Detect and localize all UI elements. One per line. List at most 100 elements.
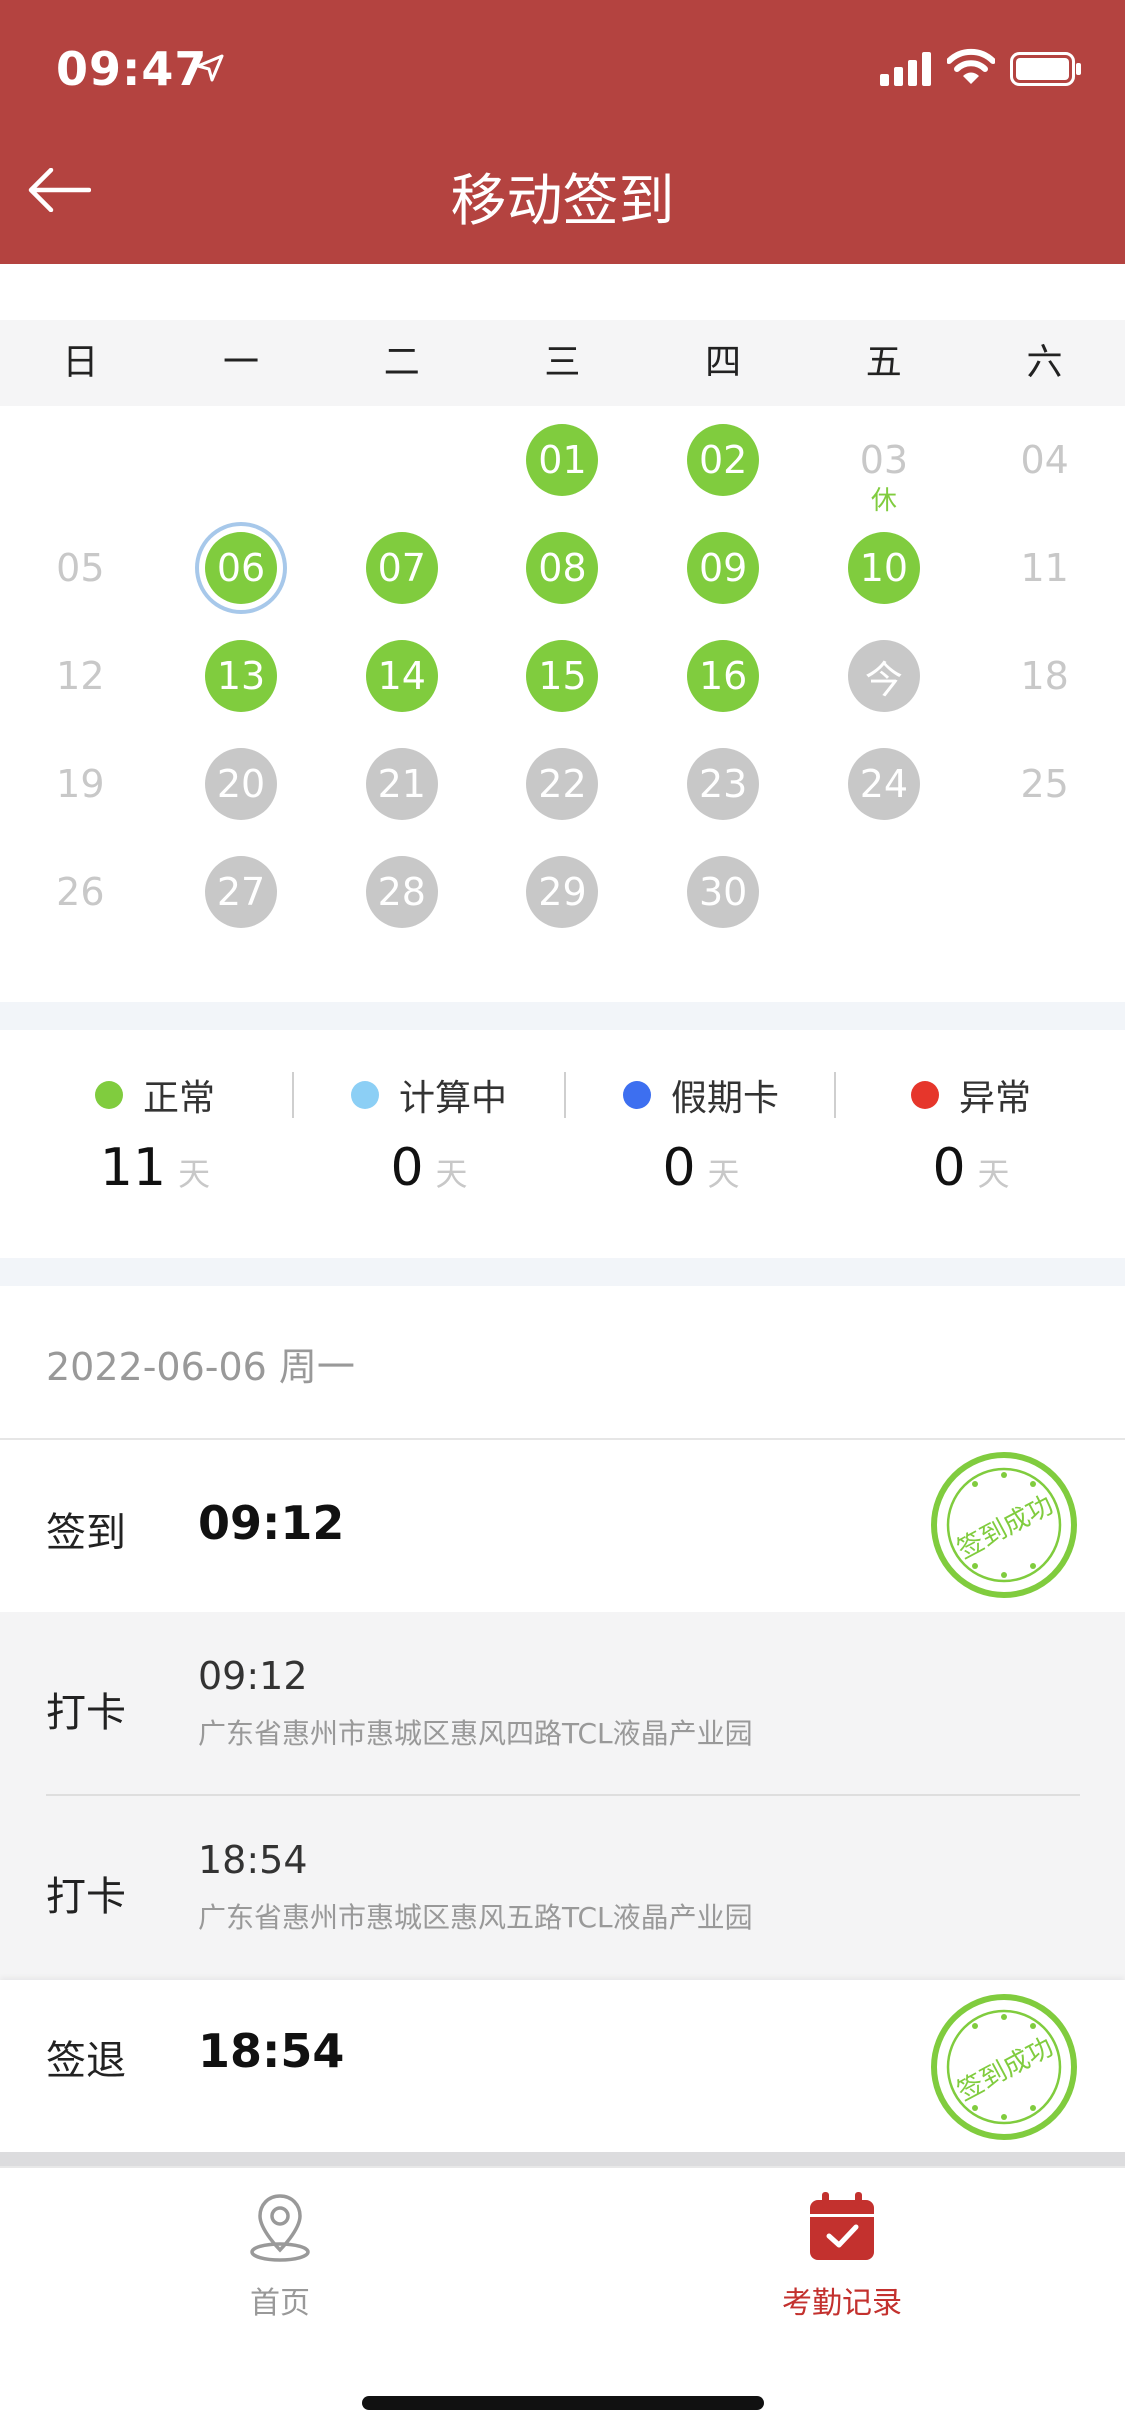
checkin-label: 签到 [46, 1510, 126, 1556]
summary-unit: 天 [707, 1155, 740, 1193]
calendar-day[interactable]: 03 休 [804, 406, 965, 516]
section-divider [0, 1002, 1125, 1030]
calendar-top-spacer [0, 264, 1125, 320]
summary-calculating: 计算中 0天 [294, 1070, 564, 1198]
punch-address: 广东省惠州市惠城区惠风四路TCL液晶产业园 [198, 1717, 753, 1750]
calendar-day[interactable]: 04 [964, 406, 1125, 514]
calendar-day[interactable]: 25 [964, 730, 1125, 838]
calendar-day[interactable]: 24 [804, 730, 965, 838]
day-number: 18 [1020, 654, 1069, 698]
section-divider [0, 1258, 1125, 1286]
calendar-day[interactable]: 11 [964, 514, 1125, 622]
calendar-day[interactable]: 30 [643, 838, 804, 946]
weekday-label: 二 [383, 342, 420, 383]
punch-label: 打卡 [46, 1690, 126, 1736]
day-number: 22 [526, 748, 599, 820]
tab-home[interactable]: 首页 [180, 2188, 380, 2322]
tab-attendance-label: 考勤记录 [782, 2286, 902, 2321]
calendar-day[interactable]: 08 [482, 514, 643, 622]
calendar-day[interactable]: 06 [161, 514, 322, 622]
punch-item[interactable]: 打卡 09:12 广东省惠州市惠城区惠风四路TCL液晶产业园 [0, 1612, 1125, 1792]
calendar-day[interactable]: 15 [482, 622, 643, 730]
calendar-day[interactable]: 10 [804, 514, 965, 622]
normal-dot-icon [94, 1081, 123, 1109]
day-number: 27 [205, 856, 278, 928]
calendar-day[interactable]: 02 [643, 406, 804, 514]
abnormal-dot-icon [910, 1081, 939, 1109]
day-number: 12 [56, 654, 105, 698]
weekday-label: 日 [62, 342, 99, 383]
checkout-time: 18:54 [198, 2024, 345, 2078]
day-number: 19 [56, 762, 105, 806]
checkin-success-stamp-icon: 签到成功 [931, 1452, 1077, 1598]
calculating-dot-icon [350, 1081, 379, 1109]
day-number: 29 [526, 856, 599, 928]
weekday-header: 日 一 二 三 四 五 六 [0, 320, 1125, 406]
weekday-label: 五 [865, 342, 902, 383]
day-number: 25 [1020, 762, 1069, 806]
calendar-day[interactable]: 今 [804, 622, 965, 730]
calendar-day[interactable]: 23 [643, 730, 804, 838]
stamp-text: 签到成功 [952, 1490, 1058, 1565]
day-number: 02 [687, 424, 760, 496]
signal-icon [880, 52, 931, 86]
calendar-day[interactable]: 09 [643, 514, 804, 622]
summary-value: 0 [390, 1138, 424, 1198]
weekday-label: 一 [223, 342, 260, 383]
calendar-day[interactable]: 28 [321, 838, 482, 946]
stamp-text: 签到成功 [952, 2032, 1058, 2107]
day-number: 05 [56, 546, 105, 590]
calendar-day[interactable]: 07 [321, 514, 482, 622]
day-number: 今 [847, 640, 920, 712]
punch-list: 打卡 09:12 广东省惠州市惠城区惠风四路TCL液晶产业园 打卡 18:54 … [0, 1612, 1125, 1980]
summary-label: 正常 [142, 1078, 215, 1119]
checkout-row[interactable]: 签退 18:54 签到成功 [0, 1980, 1125, 2152]
calendar-day[interactable]: 01 [482, 406, 643, 514]
home-indicator [362, 2396, 764, 2410]
calendar-day[interactable]: 14 [321, 622, 482, 730]
location-arrow-icon [196, 54, 224, 82]
calendar-day[interactable]: 29 [482, 838, 643, 946]
checkout-label: 签退 [46, 2038, 126, 2084]
tab-attendance[interactable]: 考勤记录 [742, 2188, 942, 2322]
weekday-label: 四 [705, 342, 742, 383]
calendar-day[interactable]: 21 [321, 730, 482, 838]
punch-label: 打卡 [46, 1874, 126, 1920]
summary-unit: 天 [178, 1155, 211, 1193]
calendar-day[interactable]: 20 [161, 730, 322, 838]
day-number: 23 [687, 748, 760, 820]
app-header: 09:47 移动签到 [0, 0, 1125, 264]
summary-value: 11 [99, 1138, 167, 1198]
calendar-day[interactable]: 12 [0, 622, 161, 730]
calendar-day[interactable]: 26 [0, 838, 161, 946]
scroll-edge [0, 2152, 1125, 2166]
day-number: 10 [847, 532, 920, 604]
calendar-day[interactable]: 13 [161, 622, 322, 730]
day-number: 15 [526, 640, 599, 712]
calendar-check-icon [810, 2192, 874, 2260]
calendar-day[interactable]: 16 [643, 622, 804, 730]
calendar-day[interactable]: 19 [0, 730, 161, 838]
record-date: 2022-06-06 周一 [46, 1345, 355, 1389]
holiday-dot-icon [622, 1081, 651, 1109]
rest-day-badge: 休 [870, 486, 897, 516]
punch-time: 18:54 [198, 1838, 308, 1882]
day-number: 26 [56, 870, 105, 914]
summary-value: 0 [662, 1138, 696, 1198]
battery-icon [1010, 52, 1081, 86]
calendar-day[interactable]: 22 [482, 730, 643, 838]
summary-unit: 天 [977, 1155, 1010, 1193]
status-time: 09:47 [56, 42, 208, 96]
calendar-day[interactable]: 27 [161, 838, 322, 946]
day-number: 08 [526, 532, 599, 604]
day-number: 28 [365, 856, 438, 928]
punch-item[interactable]: 打卡 18:54 广东省惠州市惠城区惠风五路TCL液晶产业园 [0, 1796, 1125, 1976]
day-number: 21 [365, 748, 438, 820]
day-number: 11 [1020, 546, 1069, 590]
calendar-day[interactable]: 05 [0, 514, 161, 622]
day-number: 04 [1020, 438, 1069, 482]
summary-label: 异常 [958, 1078, 1031, 1119]
checkin-row[interactable]: 签到 09:12 签到成功 [0, 1440, 1125, 1612]
calendar-day[interactable]: 18 [964, 622, 1125, 730]
day-number: 14 [365, 640, 438, 712]
